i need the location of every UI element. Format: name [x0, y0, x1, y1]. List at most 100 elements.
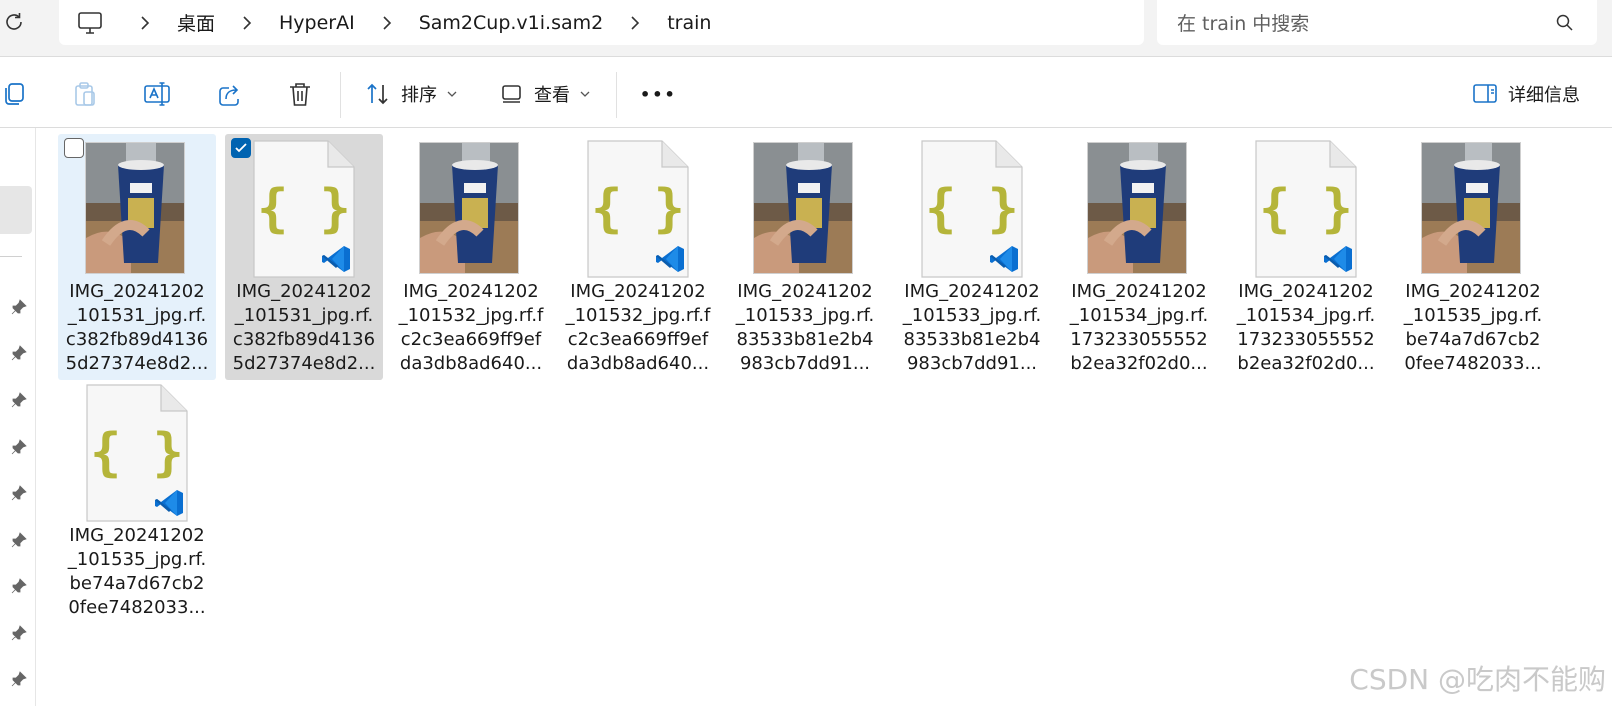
search-input[interactable]: 在 train 中搜索 — [1157, 0, 1597, 45]
share-icon[interactable] — [215, 80, 243, 108]
file-item[interactable]: { } IMG_20241202 _101533_jpg.rf. 83533b81e… — [893, 134, 1051, 380]
file-item[interactable]: { } IMG_20241202 _101535_jpg.rf. be74a7d67… — [58, 378, 216, 624]
pin-icon[interactable] — [10, 624, 28, 642]
chevron-right-icon — [243, 15, 252, 30]
file-name-line: 0fee7482033... — [1404, 353, 1542, 374]
more-options-button[interactable]: ••• — [640, 78, 677, 110]
chevron-right-icon — [383, 15, 391, 30]
file-name-line: c2c3ea669ff9ef — [400, 329, 542, 350]
file-name-line: _101531_jpg.rf. — [67, 305, 207, 326]
json-file-icon: { } — [587, 140, 689, 278]
chevron-right-icon — [631, 15, 640, 30]
json-file-thumbnail: { } — [920, 140, 1024, 278]
pin-icon[interactable] — [10, 344, 28, 362]
file-name-line: be74a7d67cb2 — [1405, 329, 1541, 350]
json-file-thumbnail: { } — [586, 140, 690, 278]
file-name-line: IMG_20241202 — [236, 281, 372, 302]
view-icon — [502, 85, 521, 103]
command-bar: 排序 查看 ••• 详细信息 — [0, 58, 1612, 128]
file-item[interactable]: IMG_20241202 _101533_jpg.rf. 83533b81e2b4 9… — [726, 134, 884, 380]
file-name-line: da3db8ad640... — [566, 353, 710, 374]
select-checkbox[interactable] — [231, 138, 251, 158]
file-name-line: c2c3ea669ff9ef — [567, 329, 709, 350]
sort-button[interactable]: 排序 — [365, 78, 467, 110]
paste-icon[interactable] — [71, 80, 99, 108]
photo-thumbnail — [86, 143, 184, 273]
svg-text:{ }: { } — [925, 179, 1019, 239]
pin-icon[interactable] — [10, 438, 28, 456]
svg-text:{ }: { } — [1259, 179, 1353, 239]
json-file-icon: { } — [253, 140, 355, 278]
file-name-line: _101533_jpg.rf. — [902, 305, 1042, 326]
delete-icon[interactable] — [286, 80, 314, 108]
file-item[interactable]: IMG_20241202 _101532_jpg.rf.f c2c3ea669ff9… — [392, 134, 550, 380]
file-name: IMG_20241202 _101533_jpg.rf. 83533b81e2b4 9… — [730, 280, 880, 376]
rename-icon[interactable] — [143, 80, 171, 108]
pin-icon[interactable] — [10, 670, 28, 688]
pin-icon[interactable] — [10, 484, 28, 502]
breadcrumb[interactable]: 桌面 HyperAI Sam2Cup.v1i.sam2 train — [59, 0, 1144, 45]
file-name-line: IMG_20241202 — [570, 281, 706, 302]
json-file-thumbnail: { } — [85, 384, 189, 522]
file-name-line: 173233055552 — [1070, 329, 1208, 350]
breadcrumb-item-train[interactable]: train — [667, 12, 711, 34]
file-name-line: IMG_20241202 — [904, 281, 1040, 302]
this-pc-icon[interactable] — [77, 10, 103, 36]
file-item[interactable]: { } IMG_20241202 _101531_jpg.rf. c382fb89d… — [225, 134, 383, 380]
file-name-line: c382fb89d4136 — [232, 329, 376, 350]
file-name-line: IMG_20241202 — [737, 281, 873, 302]
search-icon — [1556, 14, 1573, 31]
nav-selected-item[interactable] — [0, 186, 32, 234]
file-name-line: IMG_20241202 — [69, 525, 205, 546]
file-name-line: b2ea32f02d0... — [1237, 353, 1375, 374]
file-name-line: _101533_jpg.rf. — [735, 305, 875, 326]
view-label: 查看 — [534, 85, 570, 106]
json-file-icon: { } — [1255, 140, 1357, 278]
toolbar-divider — [616, 72, 617, 118]
image-thumbnail — [1421, 142, 1521, 274]
copy-icon[interactable] — [0, 80, 28, 108]
sort-label: 排序 — [401, 85, 437, 106]
file-item[interactable]: { } IMG_20241202 _101534_jpg.rf. 173233055… — [1227, 134, 1385, 380]
file-name-line: be74a7d67cb2 — [69, 573, 205, 594]
json-file-thumbnail: { } — [1254, 140, 1358, 278]
refresh-icon[interactable] — [2, 10, 26, 34]
photo-thumbnail — [420, 143, 518, 273]
file-name-line: b2ea32f02d0... — [1070, 353, 1208, 374]
file-name-line: 5d27374e8d2... — [65, 353, 209, 374]
file-item[interactable]: { } IMG_20241202 _101532_jpg.rf.f c2c3ea66… — [559, 134, 717, 380]
file-name-line: IMG_20241202 — [1405, 281, 1541, 302]
file-grid[interactable]: IMG_20241202 _101531_jpg.rf. c382fb89d4136… — [36, 128, 1612, 706]
file-name-line: _101531_jpg.rf. — [234, 305, 374, 326]
file-name: IMG_20241202 _101535_jpg.rf. be74a7d67cb2 0… — [1398, 280, 1548, 376]
breadcrumb-item-sam2cup[interactable]: Sam2Cup.v1i.sam2 — [419, 12, 604, 34]
file-name: IMG_20241202 _101534_jpg.rf. 173233055552 b… — [1064, 280, 1214, 376]
file-name-line: 83533b81e2b4 — [903, 329, 1041, 350]
file-item[interactable]: IMG_20241202 _101534_jpg.rf. 173233055552 b… — [1060, 134, 1218, 380]
image-thumbnail — [1087, 142, 1187, 274]
json-file-thumbnail: { } — [252, 140, 356, 278]
navigation-pane[interactable] — [0, 128, 36, 706]
json-file-icon: { } — [86, 384, 188, 522]
file-name: IMG_20241202 _101532_jpg.rf.f c2c3ea669ff9… — [396, 280, 546, 376]
pin-icon[interactable] — [10, 531, 28, 549]
file-name-line: _101535_jpg.rf. — [1403, 305, 1543, 326]
pin-icon[interactable] — [10, 391, 28, 409]
file-name-line: 983cb7dd91... — [906, 353, 1038, 374]
pin-icon[interactable] — [10, 298, 28, 316]
sort-icon — [367, 83, 388, 105]
breadcrumb-item-desktop[interactable]: 桌面 — [177, 9, 215, 36]
image-thumbnail — [753, 142, 853, 274]
view-button[interactable]: 查看 — [500, 78, 600, 110]
image-thumbnail — [419, 142, 519, 274]
file-item[interactable]: IMG_20241202 _101535_jpg.rf. be74a7d67cb2 0… — [1394, 134, 1552, 380]
breadcrumb-item-hyperai[interactable]: HyperAI — [279, 12, 355, 34]
select-checkbox[interactable] — [64, 138, 84, 158]
details-pane-icon — [1473, 84, 1497, 103]
pin-icon[interactable] — [10, 577, 28, 595]
file-name-line: _101535_jpg.rf. — [67, 549, 207, 570]
file-item[interactable]: IMG_20241202 _101531_jpg.rf. c382fb89d4136… — [58, 134, 216, 380]
details-pane-button[interactable]: 详细信息 — [1472, 78, 1580, 110]
file-name-line: 83533b81e2b4 — [736, 329, 874, 350]
photo-thumbnail — [1422, 143, 1520, 273]
